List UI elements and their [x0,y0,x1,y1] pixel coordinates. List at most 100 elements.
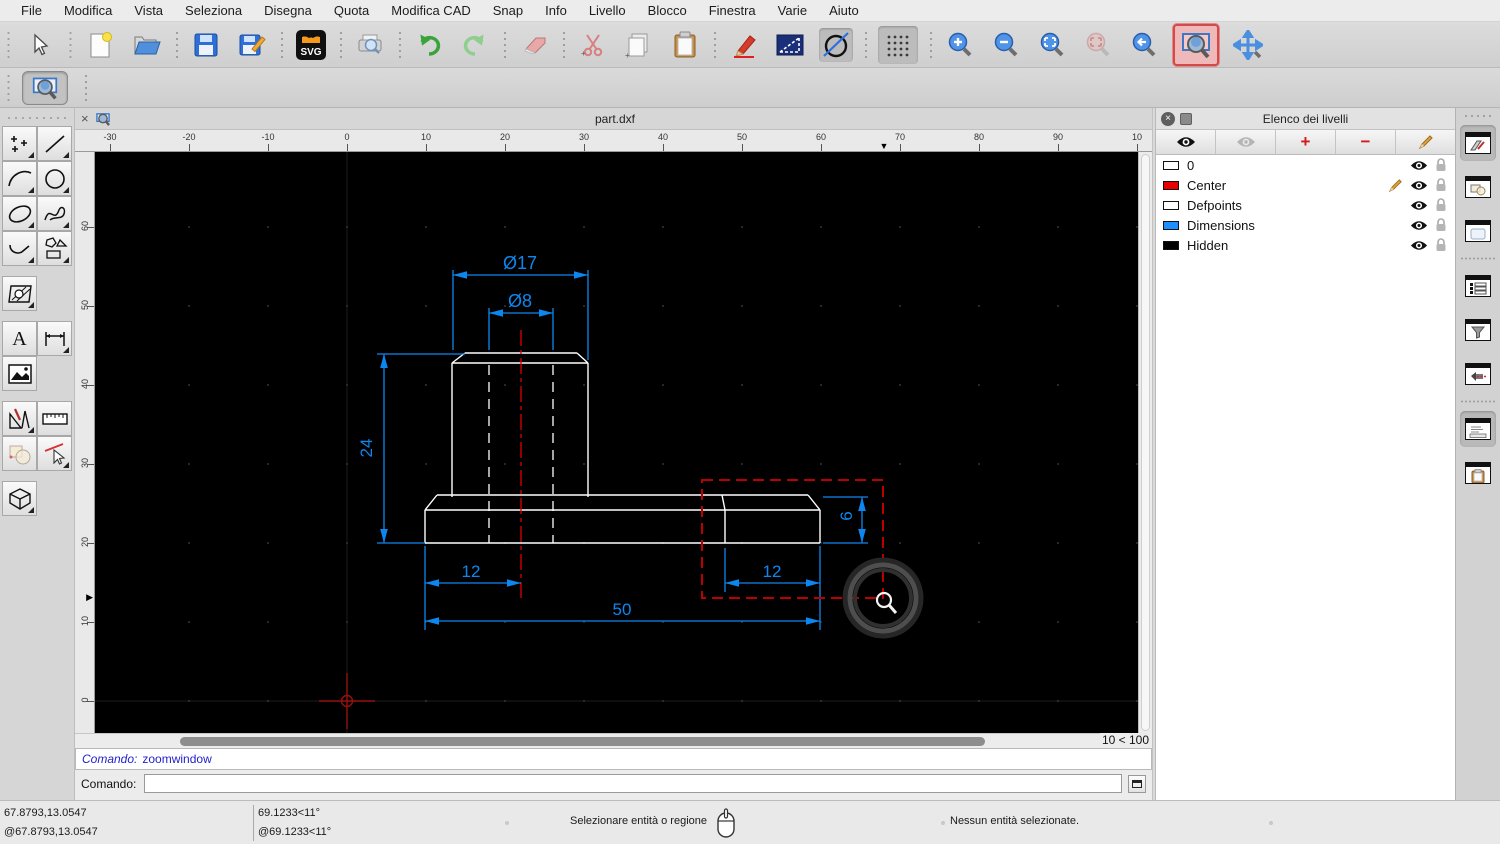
zoom-selection-button[interactable] [1081,28,1115,62]
command-options-button[interactable] [1128,774,1146,793]
circle-tool-button[interactable] [37,161,72,196]
paste-button[interactable] [668,28,702,62]
layer-row-hidden[interactable]: Hidden [1156,235,1455,255]
panel-detach-icon[interactable] [1180,112,1192,125]
save-button[interactable] [189,28,223,62]
library-browser-panel-toggle[interactable] [1460,213,1496,249]
layer-color-swatch[interactable] [1163,180,1179,190]
modify-line-button[interactable] [37,436,72,471]
iso-view-button[interactable] [2,481,37,516]
layer-lock-icon[interactable] [1435,218,1447,232]
hatch-tool-button[interactable] [2,276,37,311]
toolbar-drag-handle[interactable] [4,29,12,60]
menu-livello[interactable]: Livello [578,3,637,18]
layer-lock-icon[interactable] [1435,198,1447,212]
palette-drag-handle[interactable] [6,114,68,122]
menu-quota[interactable]: Quota [323,3,380,18]
menu-disegna[interactable]: Disegna [253,3,323,18]
menu-seleziona[interactable]: Seleziona [174,3,253,18]
layer-visibility-icon[interactable] [1410,220,1428,231]
undo-button[interactable] [412,28,446,62]
measure-tool-button[interactable] [37,401,72,436]
layer-name[interactable]: 0 [1187,158,1194,173]
menu-aiuto[interactable]: Aiuto [818,3,870,18]
polyline-tool-button[interactable] [2,231,37,266]
draft-mode-button[interactable] [773,28,807,62]
menu-modifica-cad[interactable]: Modifica CAD [380,3,481,18]
selection-filter-panel-toggle[interactable] [1460,312,1496,348]
modify-tool-button[interactable] [2,436,37,471]
menu-vista[interactable]: Vista [123,3,174,18]
layer-visibility-icon[interactable] [1410,160,1428,171]
layer-row-center[interactable]: Center [1156,175,1455,195]
cut-button[interactable]: + [576,28,610,62]
layer-row-0[interactable]: 0 [1156,155,1455,175]
layer-row-defpoints[interactable]: Defpoints [1156,195,1455,215]
horizontal-scrollbar[interactable] [75,733,1100,748]
text-tool-button[interactable]: A [2,321,37,356]
zoom-out-button[interactable] [989,28,1023,62]
add-layer-button[interactable]: + [1276,130,1336,154]
toolbar-drag-handle[interactable] [66,29,74,60]
zoom-in-button[interactable] [943,28,977,62]
hide-all-layers-button[interactable] [1216,130,1276,154]
menu-file[interactable]: File [10,3,53,18]
menu-varie[interactable]: Varie [767,3,818,18]
panel-close-icon[interactable]: × [1161,111,1175,126]
layer-visibility-icon[interactable] [1410,200,1428,211]
layer-visibility-icon[interactable] [1410,180,1428,191]
menu-info[interactable]: Info [534,3,578,18]
reference-views-panel-toggle[interactable] [1460,356,1496,392]
dimensions[interactable] [377,270,868,630]
pen-edit-button[interactable] [727,28,761,62]
part-outline[interactable] [424,352,821,544]
ellipse-tool-button[interactable] [2,196,37,231]
toolbar-drag-handle[interactable] [4,72,12,103]
layer-row-dimensions[interactable]: Dimensions [1156,215,1455,235]
layer-list-panel-toggle[interactable] [1460,125,1496,161]
dimension-tool-button[interactable] [37,321,72,356]
drawing-canvas[interactable]: Ø17 Ø8 24 12 12 50 6 [95,152,1138,733]
save-as-button[interactable] [235,28,269,62]
delete-button[interactable] [517,28,551,62]
layer-lock-icon[interactable] [1435,158,1447,172]
layer-color-swatch[interactable] [1163,240,1179,250]
selection-arrow-button[interactable] [22,28,56,62]
toolbar-drag-handle[interactable] [1463,113,1493,119]
drafting-tools-button[interactable] [2,401,37,436]
line-tool-button[interactable] [37,126,72,161]
menu-blocco[interactable]: Blocco [637,3,698,18]
property-editor-panel-toggle[interactable] [1460,268,1496,304]
pan-button[interactable] [1231,28,1265,62]
layer-name[interactable]: Defpoints [1187,198,1242,213]
clipboard-panel-toggle[interactable] [1460,455,1496,491]
layer-name[interactable]: Center [1187,178,1226,193]
layer-visibility-icon[interactable] [1410,240,1428,251]
menu-modifica[interactable]: Modifica [53,3,123,18]
block-list-panel-toggle[interactable] [1460,169,1496,205]
image-tool-button[interactable] [2,356,37,391]
spline-tool-button[interactable] [37,196,72,231]
zoom-window-button[interactable] [1173,23,1219,66]
shape-tool-button[interactable] [37,231,72,266]
open-file-button[interactable] [130,28,164,62]
layer-color-swatch[interactable] [1163,200,1179,210]
zoom-previous-button[interactable] [1127,28,1161,62]
grid-toggle-button[interactable] [878,25,918,64]
point-tool-button[interactable] [2,126,37,161]
menu-snap[interactable]: Snap [482,3,534,18]
layer-name[interactable]: Hidden [1187,238,1228,253]
layer-name[interactable]: Dimensions [1187,218,1255,233]
print-preview-button[interactable] [353,28,387,62]
command-input[interactable] [144,774,1122,793]
show-all-layers-button[interactable] [1156,130,1216,154]
screen-linewidth-button[interactable] [819,27,853,62]
copy-button[interactable]: + [622,28,656,62]
horizontal-scrollbar-thumb[interactable] [180,737,985,746]
layer-color-swatch[interactable] [1163,160,1179,170]
arc-tool-button[interactable] [2,161,37,196]
new-document-button[interactable] [84,28,118,62]
layer-lock-icon[interactable] [1435,238,1447,252]
layer-lock-icon[interactable] [1435,178,1447,192]
vertical-scrollbar-thumb[interactable] [1141,154,1150,731]
